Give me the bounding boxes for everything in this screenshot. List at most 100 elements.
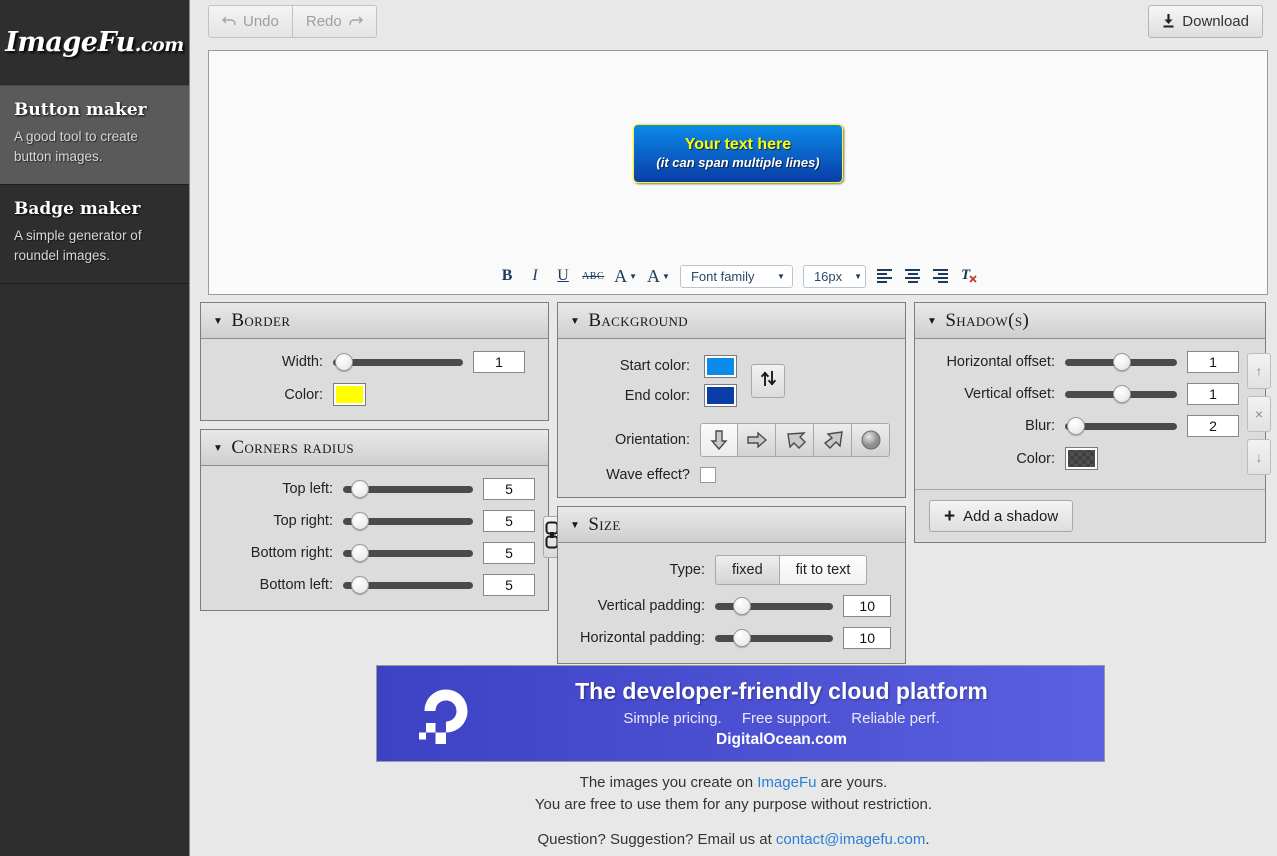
underline-button[interactable]: U [550, 264, 576, 288]
wave-effect-checkbox[interactable] [700, 467, 716, 483]
sidebar: ImageFu.com Button maker A good tool to … [0, 0, 190, 856]
slider-knob[interactable] [1113, 385, 1131, 403]
start-color-swatch[interactable] [704, 355, 737, 378]
slider-knob[interactable] [351, 512, 369, 530]
shadow-blur-slider[interactable] [1065, 417, 1177, 435]
undo-button[interactable]: Undo [208, 5, 293, 38]
slider-knob[interactable] [351, 480, 369, 498]
italic-button[interactable]: I [522, 264, 548, 288]
chevron-down-icon: ▼ [662, 271, 670, 281]
panel-column-middle: ▼ Background Start color: End color: Ori… [557, 302, 906, 664]
font-color-button[interactable]: A ▼ [610, 264, 641, 288]
font-family-select[interactable]: Font family ▼ [679, 264, 793, 288]
vertical-padding-slider[interactable] [715, 597, 834, 615]
swap-vertical-icon [759, 369, 778, 394]
shadow-color-swatch[interactable] [1065, 447, 1098, 470]
bold-button[interactable]: B [494, 264, 520, 288]
align-right-button[interactable] [928, 264, 954, 288]
border-color-swatch[interactable] [333, 383, 366, 406]
arrow-diagonal-down-right-icon [786, 432, 806, 449]
background-panel-title: Background [588, 310, 689, 331]
corner-bottom-right-input[interactable]: 5 [483, 542, 535, 564]
download-button[interactable]: Download [1148, 5, 1263, 38]
orientation-right-button[interactable] [738, 423, 776, 457]
ad-sub-3: Reliable perf. [851, 710, 940, 727]
size-panel-body: Type: fixed fit to text Vertical padding… [558, 543, 905, 663]
advertisement-banner[interactable]: The developer-friendly cloud platform Si… [376, 665, 1105, 762]
orientation-down-button[interactable] [700, 423, 738, 457]
slider-knob[interactable] [733, 597, 751, 615]
shadow-panel-footer: + Add a shadow [915, 489, 1265, 542]
corner-top-right-input[interactable]: 5 [483, 510, 535, 532]
slider-knob[interactable] [351, 576, 369, 594]
chevron-down-icon: ▼ [570, 519, 581, 531]
chevron-down-icon: ▼ [927, 315, 938, 327]
highlight-color-button[interactable]: A ▼ [643, 264, 674, 288]
sidebar-item-badge-maker[interactable]: Badge maker A simple generator of rounde… [0, 185, 189, 285]
size-panel-header[interactable]: ▼ Size [558, 507, 905, 543]
shadow-hoffset-label: Horizontal offset: [946, 354, 1055, 370]
add-shadow-button[interactable]: + Add a shadow [929, 500, 1074, 532]
ad-link[interactable]: DigitalOcean.com [487, 731, 1076, 749]
corners-panel-header[interactable]: ▼ Corners radius [201, 430, 548, 466]
corner-bottom-right-slider[interactable] [343, 544, 473, 562]
slider-knob[interactable] [335, 353, 353, 371]
button-preview[interactable]: Your text here (it can span multiple lin… [633, 124, 843, 183]
orientation-diagonal-up-right-button[interactable] [814, 423, 852, 457]
slider-knob[interactable] [1067, 417, 1085, 435]
border-width-slider[interactable] [333, 353, 463, 371]
arrow-right-icon [746, 431, 767, 449]
shadow-hoffset-slider[interactable] [1065, 353, 1177, 371]
slider-knob[interactable] [1113, 353, 1131, 371]
preview-area: Your text here (it can span multiple lin… [209, 51, 1267, 256]
footer-line1-text-a: The images you create on [579, 774, 758, 791]
contact-email-link[interactable]: contact@imagefu.com [776, 831, 925, 848]
align-left-button[interactable] [872, 264, 898, 288]
remove-shadow-button[interactable]: × [1247, 396, 1271, 432]
size-type-fixed-button[interactable]: fixed [715, 555, 780, 585]
strikethrough-button[interactable]: ABC [578, 264, 608, 288]
end-color-swatch[interactable] [704, 384, 737, 407]
orientation-radial-button[interactable] [852, 423, 890, 457]
border-panel-header[interactable]: ▼ Border [201, 303, 548, 339]
font-family-value: Font family [690, 268, 755, 284]
shadow-blur-input[interactable]: 2 [1187, 415, 1239, 437]
font-size-select[interactable]: 16px ▼ [802, 264, 866, 288]
sidebar-item-button-maker[interactable]: Button maker A good tool to create butto… [0, 86, 189, 186]
corner-bottom-left-input[interactable]: 5 [483, 574, 535, 596]
corner-bottom-left-slider[interactable] [343, 576, 473, 594]
move-shadow-up-button[interactable]: ↑ [1247, 353, 1271, 389]
border-width-input[interactable]: 1 [473, 351, 525, 373]
redo-button[interactable]: Redo [292, 5, 377, 38]
corner-rows: Top left: 5 Top right: 5 Bottom right: 5… [215, 478, 535, 596]
shadow-voffset-slider[interactable] [1065, 385, 1177, 403]
corner-top-left-input[interactable]: 5 [483, 478, 535, 500]
horizontal-padding-slider[interactable] [715, 629, 834, 647]
shadow-hoffset-input[interactable]: 1 [1187, 351, 1239, 373]
imagefu-link[interactable]: ImageFu [757, 774, 816, 791]
clear-formatting-button[interactable]: T [956, 264, 982, 288]
corner-bottom-right-label: Bottom right: [250, 545, 333, 561]
background-panel-header[interactable]: ▼ Background [558, 303, 905, 339]
shadow-voffset-input[interactable]: 1 [1187, 383, 1239, 405]
slider-knob[interactable] [733, 629, 751, 647]
shadow-side-buttons: ↑ × ↓ [1247, 351, 1271, 475]
panel-column-right: ▼ Shadow(s) Horizontal offset: 1 Vertica… [914, 302, 1271, 543]
site-logo[interactable]: ImageFu.com [0, 0, 189, 86]
size-type-fit-to-text-button[interactable]: fit to text [779, 555, 868, 585]
slider-knob[interactable] [351, 544, 369, 562]
border-width-row: Width: 1 [215, 351, 534, 373]
align-center-button[interactable] [900, 264, 926, 288]
shadow-panel-header[interactable]: ▼ Shadow(s) [915, 303, 1265, 339]
corner-top-right-slider[interactable] [343, 512, 473, 530]
orientation-diagonal-down-right-button[interactable] [776, 423, 814, 457]
shadow-rows: Horizontal offset: 1 Vertical offset: 1 … [929, 351, 1239, 475]
corner-top-left-label: Top left: [282, 481, 333, 497]
logo-tld: .com [134, 34, 184, 56]
move-shadow-down-button[interactable]: ↓ [1247, 439, 1271, 475]
border-width-label: Width: [281, 354, 323, 370]
horizontal-padding-input[interactable]: 10 [843, 627, 891, 649]
vertical-padding-input[interactable]: 10 [843, 595, 891, 617]
swap-colors-button[interactable] [751, 364, 785, 398]
corner-top-left-slider[interactable] [343, 480, 473, 498]
